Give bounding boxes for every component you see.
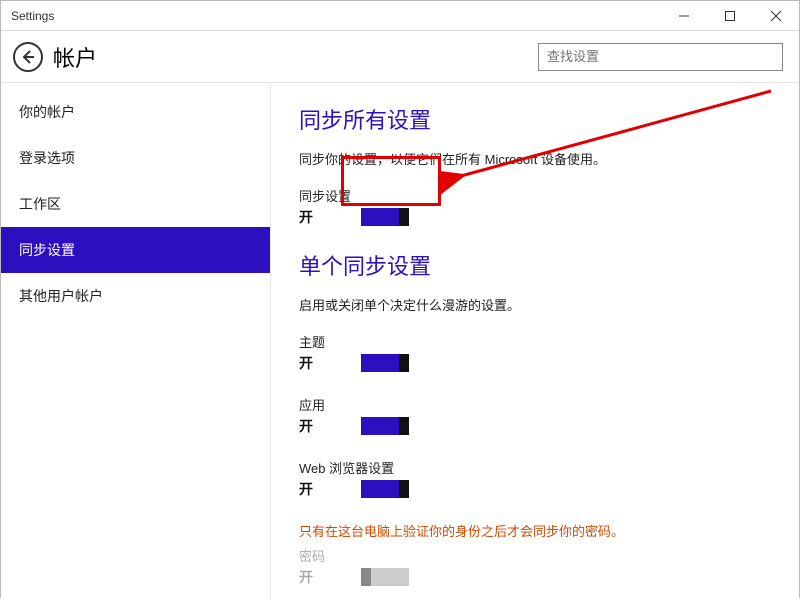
maximize-button[interactable] <box>707 1 753 31</box>
section-desc-individual: 启用或关闭单个决定什么漫游的设置。 <box>299 295 771 314</box>
setting-state-apps: 开 <box>299 416 319 436</box>
sidebar-item-signin-options[interactable]: 登录选项 <box>1 135 270 181</box>
setting-theme: 主题 开 <box>299 332 771 373</box>
minimize-button[interactable] <box>661 1 707 31</box>
page-title: 帐户 <box>53 41 538 73</box>
toggle-web-browser[interactable] <box>361 480 409 498</box>
setting-label-sync: 同步设置 <box>299 186 771 205</box>
toggle-knob <box>399 208 409 226</box>
section-title-sync-all: 同步所有设置 <box>299 103 771 135</box>
setting-web-browser: Web 浏览器设置 开 <box>299 458 771 499</box>
toggle-knob <box>361 568 371 586</box>
window-title: Settings <box>1 9 661 23</box>
toggle-theme[interactable] <box>361 354 409 372</box>
sidebar-item-sync-settings[interactable]: 同步设置 <box>1 227 270 273</box>
title-bar: Settings <box>1 1 799 31</box>
sidebar-item-your-account[interactable]: 你的帐户 <box>1 89 270 135</box>
close-button[interactable] <box>753 1 799 31</box>
sidebar: 你的帐户 登录选项 工作区 同步设置 其他用户帐户 <box>1 83 271 599</box>
password-warning: 只有在这台电脑上验证你的身份之后才会同步你的密码。 <box>299 521 771 540</box>
sidebar-item-other-users[interactable]: 其他用户帐户 <box>1 273 270 319</box>
setting-label-password: 密码 <box>299 546 771 565</box>
toggle-apps[interactable] <box>361 417 409 435</box>
header: 帐户 <box>1 31 799 83</box>
setting-label-apps: 应用 <box>299 395 771 414</box>
section-title-individual: 单个同步设置 <box>299 249 771 281</box>
content-pane: 同步所有设置 同步你的设置，以便它们在所有 Microsoft 设备使用。 同步… <box>271 83 799 599</box>
setting-state-web: 开 <box>299 479 319 499</box>
setting-label-web: Web 浏览器设置 <box>299 458 771 477</box>
setting-state-sync: 开 <box>299 207 319 227</box>
setting-state-password: 开 <box>299 567 319 587</box>
toggle-sync[interactable] <box>361 208 409 226</box>
toggle-knob <box>399 354 409 372</box>
setting-password: 密码 开 <box>299 546 771 587</box>
setting-state-theme: 开 <box>299 353 319 373</box>
arrow-left-icon <box>20 49 36 65</box>
setting-sync: 同步设置 开 <box>299 186 771 227</box>
toggle-knob <box>399 480 409 498</box>
back-button[interactable] <box>13 42 43 72</box>
setting-apps: 应用 开 <box>299 395 771 436</box>
search-input[interactable] <box>538 43 783 71</box>
setting-label-theme: 主题 <box>299 332 771 351</box>
toggle-password <box>361 568 409 586</box>
sidebar-item-work-access[interactable]: 工作区 <box>1 181 270 227</box>
toggle-knob <box>399 417 409 435</box>
section-desc-sync-all: 同步你的设置，以便它们在所有 Microsoft 设备使用。 <box>299 149 771 168</box>
